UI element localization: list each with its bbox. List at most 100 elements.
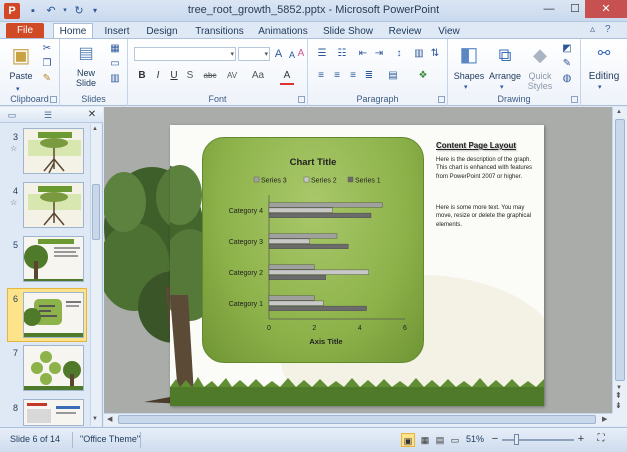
- slides-tab-icon[interactable]: ▭: [6, 108, 18, 122]
- slide-thumbnail-5[interactable]: [23, 236, 84, 282]
- arrange-button[interactable]: Arrange: [486, 71, 524, 81]
- shapes-button[interactable]: Shapes: [452, 71, 486, 81]
- quick-styles-label-2[interactable]: Styles: [524, 81, 556, 91]
- tab-design[interactable]: Design: [143, 24, 181, 39]
- slide-thumbnail-4[interactable]: [23, 182, 84, 228]
- arrange-icon[interactable]: ⧉: [492, 42, 518, 68]
- grow-font-icon[interactable]: A: [272, 47, 285, 61]
- paste-icon[interactable]: ▣: [10, 43, 32, 69]
- align-center-icon[interactable]: ≡: [330, 69, 344, 83]
- line-spacing-icon[interactable]: ↕: [392, 47, 406, 61]
- new-slide-label-1[interactable]: New: [68, 68, 104, 78]
- format-painter-icon[interactable]: ✎: [40, 72, 54, 86]
- cut-icon[interactable]: ✂: [40, 42, 54, 56]
- slide-sorter-icon[interactable]: ▦: [418, 433, 432, 447]
- character-spacing-button[interactable]: AV: [224, 69, 240, 83]
- slide-thumbnail-8[interactable]: [23, 399, 84, 426]
- shapes-icon[interactable]: ◧: [456, 42, 482, 68]
- zoom-level[interactable]: 51%: [466, 434, 484, 444]
- reading-view-icon[interactable]: ▤: [433, 433, 447, 447]
- new-slide-label-2[interactable]: Slide: [68, 78, 104, 88]
- current-slide[interactable]: Chart Title Series 3 Series 2 Series 1 0 2 4 6 A…: [170, 125, 544, 406]
- editing-dropdown-icon[interactable]: ▾: [598, 81, 602, 95]
- font-color-button[interactable]: A: [280, 69, 294, 85]
- panel-scroll-thumb[interactable]: [92, 184, 100, 240]
- editor-horizontal-scrollbar[interactable]: ◀ ▶: [104, 413, 612, 426]
- minimize-ribbon-icon[interactable]: ▵: [590, 24, 595, 35]
- previous-slide-icon[interactable]: ⇞: [615, 391, 622, 400]
- shadow-button[interactable]: S: [184, 69, 196, 83]
- tab-insert[interactable]: Insert: [100, 24, 134, 39]
- editor-hscroll-thumb[interactable]: [118, 415, 596, 424]
- tab-file[interactable]: File: [6, 23, 44, 39]
- normal-view-icon[interactable]: ▣: [401, 433, 415, 447]
- editing-button[interactable]: Editing: [583, 71, 625, 82]
- font-size-combo[interactable]: ▾: [238, 47, 270, 61]
- reset-icon[interactable]: ▭: [108, 57, 122, 71]
- font-name-combo[interactable]: ▾: [134, 47, 236, 61]
- arrange-dropdown-icon[interactable]: ▾: [500, 81, 504, 95]
- numbering-icon[interactable]: ☷: [334, 47, 350, 61]
- zoom-slider[interactable]: [502, 439, 574, 441]
- section-icon[interactable]: ▥: [108, 72, 122, 86]
- bold-button[interactable]: B: [136, 69, 148, 83]
- slide-paragraph-1[interactable]: Here is the description of the graph. Th…: [436, 156, 542, 181]
- slide-heading[interactable]: Content Page Layout: [436, 141, 540, 150]
- clipboard-launcher-icon[interactable]: [50, 96, 57, 103]
- change-case-button[interactable]: Aa: [250, 69, 266, 83]
- shapes-dropdown-icon[interactable]: ▾: [464, 81, 468, 95]
- editor-vertical-scrollbar[interactable]: ▲ ▼ ⇞ ⇟: [612, 107, 627, 413]
- decrease-indent-icon[interactable]: ⇤: [356, 47, 370, 61]
- theme-name[interactable]: "Office Theme": [80, 434, 140, 444]
- slide-show-icon[interactable]: ▭: [448, 433, 462, 447]
- drawing-launcher-icon[interactable]: [571, 96, 578, 103]
- slide-thumbnail-7[interactable]: [23, 345, 84, 391]
- smartart-icon[interactable]: ❖: [416, 69, 430, 83]
- help-icon[interactable]: ?: [605, 24, 611, 35]
- tab-review[interactable]: Review: [386, 24, 424, 39]
- outline-tab-icon[interactable]: ☰: [40, 108, 56, 122]
- shape-effects-icon[interactable]: ◍: [560, 72, 574, 86]
- tab-view[interactable]: View: [433, 24, 465, 39]
- close-button[interactable]: ✕: [585, 0, 627, 18]
- underline-button[interactable]: U: [168, 69, 180, 83]
- minimize-button[interactable]: —: [536, 0, 562, 18]
- text-direction-icon[interactable]: ⇅: [428, 47, 442, 61]
- tab-slide-show[interactable]: Slide Show: [320, 24, 376, 39]
- zoom-out-icon[interactable]: −: [489, 432, 501, 446]
- fit-to-window-icon[interactable]: ⛶: [594, 432, 608, 446]
- copy-icon[interactable]: ❐: [40, 57, 54, 71]
- tab-transitions[interactable]: Transitions: [192, 24, 247, 39]
- justify-icon[interactable]: ≣: [362, 69, 376, 83]
- editor-vscroll-thumb[interactable]: [615, 119, 625, 381]
- layout-icon[interactable]: ▦: [108, 42, 122, 56]
- shape-fill-icon[interactable]: ◩: [560, 42, 574, 56]
- increase-indent-icon[interactable]: ⇥: [372, 47, 386, 61]
- paste-button[interactable]: Paste: [6, 71, 36, 81]
- align-left-icon[interactable]: ≡: [314, 69, 328, 83]
- bar-chart[interactable]: Chart Title Series 3 Series 2 Series 1 0 2 4 6 A…: [202, 137, 424, 363]
- paragraph-launcher-icon[interactable]: [438, 96, 445, 103]
- slide-thumbnail-6[interactable]: [23, 292, 84, 338]
- slide-thumbnail-3[interactable]: [23, 128, 84, 174]
- bullets-icon[interactable]: ☰: [314, 47, 330, 61]
- find-binoculars-icon[interactable]: ⚯: [593, 43, 615, 65]
- shape-outline-icon[interactable]: ✎: [560, 57, 574, 71]
- quick-styles-label-1[interactable]: Quick: [524, 71, 556, 81]
- new-slide-icon[interactable]: ▤: [76, 43, 96, 65]
- strikethrough-button[interactable]: abc: [200, 69, 220, 83]
- zoom-slider-thumb[interactable]: [514, 434, 519, 445]
- columns-icon[interactable]: ▥: [412, 47, 426, 61]
- zoom-in-icon[interactable]: +: [575, 432, 587, 446]
- italic-button[interactable]: I: [152, 69, 164, 83]
- font-launcher-icon[interactable]: [298, 96, 305, 103]
- quick-styles-icon[interactable]: ◆: [528, 42, 552, 68]
- clear-formatting-icon[interactable]: A: [296, 47, 306, 61]
- close-panel-icon[interactable]: ✕: [86, 108, 98, 122]
- align-text-icon[interactable]: ▤: [386, 69, 400, 83]
- align-right-icon[interactable]: ≡: [346, 69, 360, 83]
- slide-paragraph-2[interactable]: Here is some more text. You may move, re…: [436, 204, 542, 229]
- panel-scrollbar[interactable]: ▲ ▼: [90, 124, 101, 426]
- next-slide-icon[interactable]: ⇟: [615, 401, 622, 410]
- tab-animations[interactable]: Animations: [255, 24, 311, 39]
